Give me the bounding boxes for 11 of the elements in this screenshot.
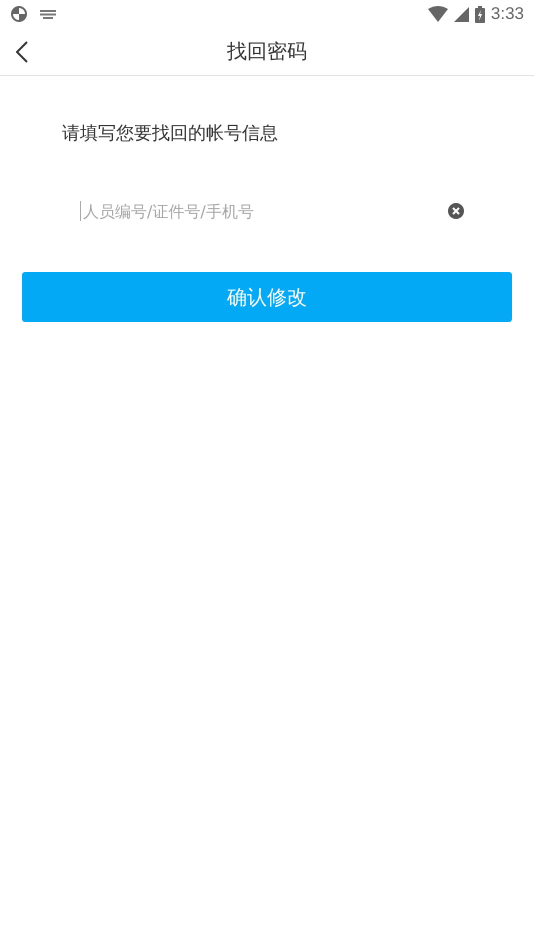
account-input-field[interactable]: 人员编号/证件号/手机号 (80, 201, 448, 221)
page-title: 找回密码 (226, 38, 308, 65)
wifi-icon (428, 6, 448, 22)
keyboard-icon (40, 10, 56, 18)
signal-icon (454, 6, 469, 22)
battery-icon (474, 6, 485, 22)
clock-time: 3:33 (490, 4, 524, 24)
app-icon (10, 5, 28, 23)
confirm-button[interactable]: 确认修改 (22, 272, 512, 322)
instruction-text: 请填写您要找回的帐号信息 (62, 122, 279, 146)
clear-button[interactable] (448, 203, 464, 219)
